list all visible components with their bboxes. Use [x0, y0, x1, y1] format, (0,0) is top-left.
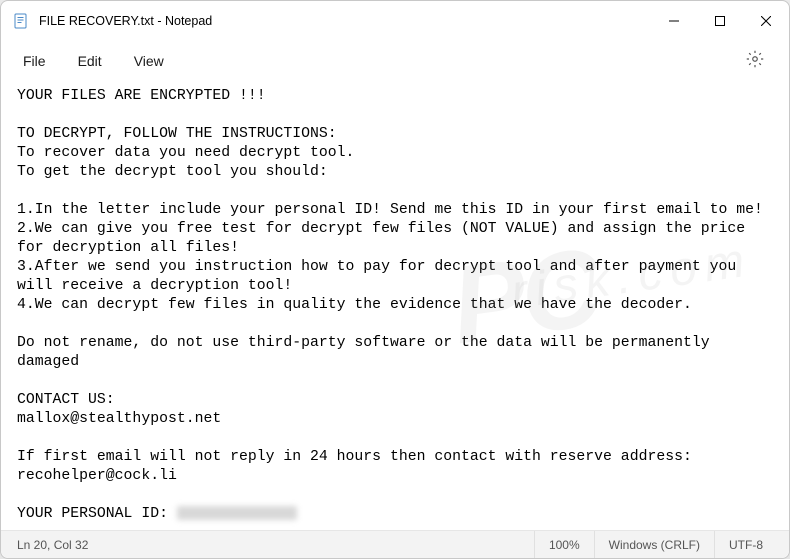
line: TO DECRYPT, FOLLOW THE INSTRUCTIONS:: [17, 126, 337, 142]
line: To recover data you need decrypt tool.: [17, 145, 354, 161]
line: CONTACT US:: [17, 392, 115, 408]
notepad-icon: [13, 13, 29, 29]
line: If first email will not reply in 24 hour…: [17, 449, 692, 465]
menu-file[interactable]: File: [9, 47, 60, 75]
redacted-id: [177, 506, 297, 520]
minimize-button[interactable]: [651, 1, 697, 41]
gear-icon: [746, 50, 764, 73]
line: 3.After we send you instruction how to p…: [17, 259, 745, 294]
status-zoom: 100%: [535, 531, 595, 558]
statusbar: Ln 20, Col 32 100% Windows (CRLF) UTF-8: [1, 530, 789, 558]
menu-edit[interactable]: Edit: [64, 47, 116, 75]
line: To get the decrypt tool you should:: [17, 164, 328, 180]
text-area[interactable]: YOUR FILES ARE ENCRYPTED !!! TO DECRYPT,…: [1, 81, 789, 530]
line: mallox@stealthypost.net: [17, 411, 221, 427]
window-title: FILE RECOVERY.txt - Notepad: [39, 14, 651, 28]
menu-view[interactable]: View: [120, 47, 178, 75]
titlebar: FILE RECOVERY.txt - Notepad: [1, 1, 789, 41]
line: Do not rename, do not use third-party so…: [17, 335, 719, 370]
status-encoding: UTF-8: [715, 531, 777, 558]
line: YOUR FILES ARE ENCRYPTED !!!: [17, 88, 266, 104]
settings-button[interactable]: [737, 43, 773, 79]
close-button[interactable]: [743, 1, 789, 41]
line: 4.We can decrypt few files in quality th…: [17, 297, 692, 313]
notepad-window: FILE RECOVERY.txt - Notepad File Edit Vi…: [0, 0, 790, 559]
line: YOUR PERSONAL ID:: [17, 506, 177, 522]
maximize-button[interactable]: [697, 1, 743, 41]
window-controls: [651, 1, 789, 41]
status-line-ending: Windows (CRLF): [595, 531, 715, 558]
line: 2.We can give you free test for decrypt …: [17, 221, 754, 256]
line: 1.In the letter include your personal ID…: [17, 202, 763, 218]
line: recohelper@cock.li: [17, 468, 177, 484]
menubar: File Edit View: [1, 41, 789, 81]
status-cursor: Ln 20, Col 32: [13, 531, 535, 558]
